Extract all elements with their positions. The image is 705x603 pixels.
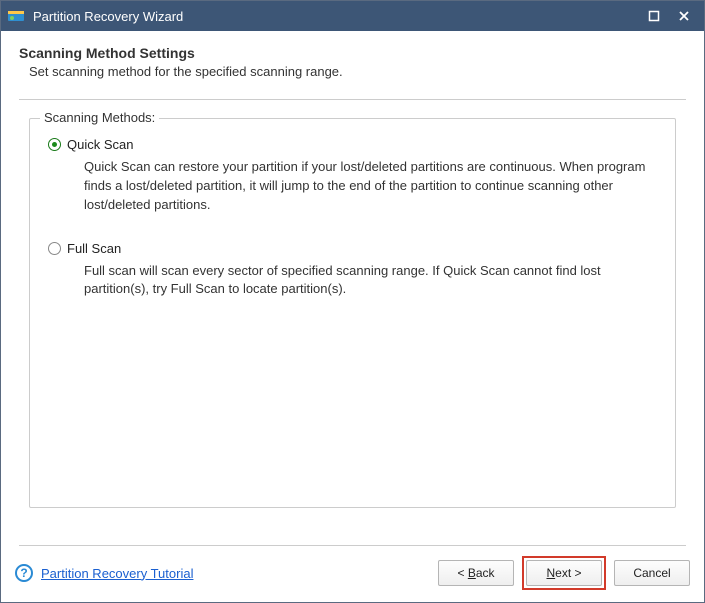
full-scan-row[interactable]: Full Scan [48, 241, 657, 256]
close-button[interactable] [676, 8, 692, 24]
content-area: Scanning Methods: Quick Scan Quick Scan … [1, 100, 704, 545]
tutorial-link[interactable]: Partition Recovery Tutorial [41, 566, 193, 581]
back-button[interactable]: < Back [438, 560, 514, 586]
full-scan-radio[interactable] [48, 242, 61, 255]
fieldset-legend: Scanning Methods: [40, 110, 159, 125]
full-scan-option: Full Scan Full scan will scan every sect… [48, 241, 657, 300]
cancel-button[interactable]: Cancel [614, 560, 690, 586]
app-icon [7, 7, 25, 25]
maximize-button[interactable] [646, 8, 662, 24]
footer: ? Partition Recovery Tutorial < Back Nex… [1, 546, 704, 602]
page-title: Scanning Method Settings [19, 45, 686, 61]
quick-scan-row[interactable]: Quick Scan [48, 137, 657, 152]
next-button-highlight: Next > [522, 556, 606, 590]
quick-scan-option: Quick Scan Quick Scan can restore your p… [48, 137, 657, 215]
page-subtitle: Set scanning method for the specified sc… [19, 64, 686, 79]
quick-scan-description: Quick Scan can restore your partition if… [84, 158, 657, 215]
window-controls [646, 8, 692, 24]
help-icon: ? [15, 564, 33, 582]
scanning-methods-fieldset: Scanning Methods: Quick Scan Quick Scan … [29, 118, 676, 508]
titlebar: Partition Recovery Wizard [1, 1, 704, 31]
full-scan-label[interactable]: Full Scan [67, 241, 121, 256]
next-button[interactable]: Next > [526, 560, 602, 586]
wizard-window: Partition Recovery Wizard Scanning Metho… [0, 0, 705, 603]
quick-scan-radio[interactable] [48, 138, 61, 151]
quick-scan-label[interactable]: Quick Scan [67, 137, 133, 152]
window-title: Partition Recovery Wizard [33, 9, 646, 24]
full-scan-description: Full scan will scan every sector of spec… [84, 262, 657, 300]
header-area: Scanning Method Settings Set scanning me… [1, 31, 704, 89]
